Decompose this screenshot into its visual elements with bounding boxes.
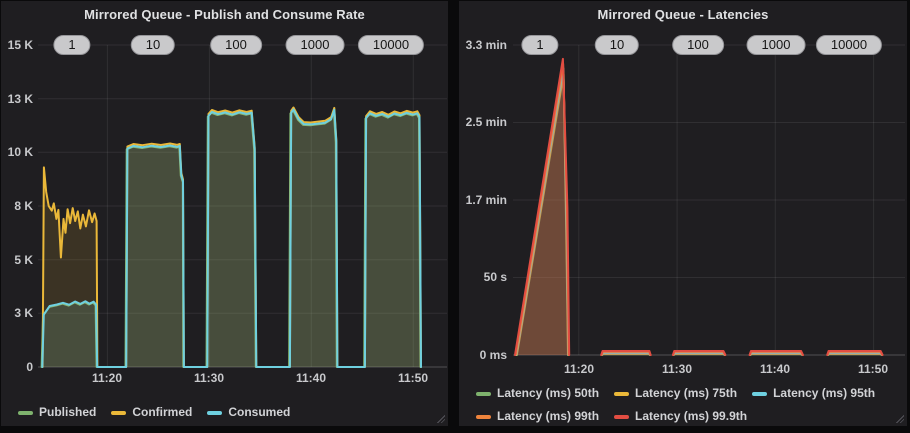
y-axis-label: 50 s: [459, 269, 507, 285]
legend-item-latency-99-9th[interactable]: Latency (ms) 99.9th: [614, 409, 747, 424]
legend-label: Latency (ms) 99th: [497, 409, 599, 424]
x-axis-label: 11:30: [655, 362, 699, 376]
x-axis-label: 11:40: [289, 371, 333, 385]
series-swatch-icon: [476, 392, 491, 396]
legend-item-latency-95th[interactable]: Latency (ms) 95th: [752, 386, 875, 401]
legend-label: Latency (ms) 75th: [635, 386, 737, 401]
legend-label: Consumed: [228, 405, 290, 420]
x-axis-label: 11:30: [187, 371, 231, 385]
y-axis-label: 0 ms: [459, 347, 507, 363]
legend-label: Latency (ms) 99.9th: [635, 409, 747, 424]
y-axis-label: 15 K: [1, 37, 33, 53]
legend-label: Latency (ms) 95th: [773, 386, 875, 401]
legend-row-1: Latency (ms) 50th Latency (ms) 75th Late…: [476, 386, 875, 401]
x-axis-label: 11:40: [753, 362, 797, 376]
y-axis-label: 2.5 min: [459, 114, 507, 130]
series-swatch-icon: [111, 411, 126, 415]
annotation-pill-1000[interactable]: 1000: [747, 35, 806, 55]
legend-item-consumed[interactable]: Consumed: [207, 405, 290, 420]
y-axis-label: 13 K: [1, 91, 33, 107]
annotation-pill-10[interactable]: 10: [131, 35, 175, 55]
series-swatch-icon: [752, 392, 767, 396]
series-swatch-icon: [207, 411, 222, 415]
series-swatch-icon: [476, 415, 491, 419]
y-axis-label: 5 K: [1, 252, 33, 268]
legend-item-published[interactable]: Published: [18, 405, 96, 420]
series-swatch-icon: [614, 392, 629, 396]
legend-item-latency-99th[interactable]: Latency (ms) 99th: [476, 409, 599, 424]
legend-row-2: Latency (ms) 99th Latency (ms) 99.9th: [476, 409, 747, 424]
y-axis-label: 3.3 min: [459, 37, 507, 53]
y-axis-label: 8 K: [1, 198, 33, 214]
legend-label: Latency (ms) 50th: [497, 386, 599, 401]
series-swatch-icon: [614, 415, 629, 419]
annotation-pill-10000[interactable]: 10000: [358, 35, 424, 55]
y-axis-label: 10 K: [1, 144, 33, 160]
annotation-pill-100[interactable]: 100: [210, 35, 262, 55]
panel-publish-consume-rate: Mirrored Queue - Publish and Consume Rat…: [1, 1, 448, 426]
chart-plot[interactable]: [1, 1, 448, 426]
annotation-pill-1[interactable]: 1: [53, 35, 90, 55]
panel-latencies: Mirrored Queue - Latencies 1 10 100 1000…: [459, 1, 907, 426]
x-axis-label: 11:50: [851, 362, 895, 376]
x-axis-label: 11:20: [557, 362, 601, 376]
x-axis-label: 11:20: [85, 371, 129, 385]
legend-label: Confirmed: [132, 405, 192, 420]
annotation-pill-100[interactable]: 100: [672, 35, 724, 55]
annotation-pill-1000[interactable]: 1000: [286, 35, 345, 55]
legend: Published Confirmed Consumed: [18, 405, 290, 420]
x-axis-label: 11:50: [391, 371, 435, 385]
y-axis-label: 1.7 min: [459, 192, 507, 208]
y-axis-label: 3 K: [1, 305, 33, 321]
legend-item-confirmed[interactable]: Confirmed: [111, 405, 192, 420]
legend-item-latency-75th[interactable]: Latency (ms) 75th: [614, 386, 737, 401]
annotation-pill-1[interactable]: 1: [521, 35, 558, 55]
legend-item-latency-50th[interactable]: Latency (ms) 50th: [476, 386, 599, 401]
y-axis-label: 0: [1, 359, 33, 375]
panel-resize-handle[interactable]: [896, 415, 904, 423]
legend-label: Published: [39, 405, 96, 420]
panel-resize-handle[interactable]: [437, 415, 445, 423]
annotation-pill-10000[interactable]: 10000: [816, 35, 882, 55]
series-swatch-icon: [18, 411, 33, 415]
annotation-pill-10[interactable]: 10: [595, 35, 639, 55]
